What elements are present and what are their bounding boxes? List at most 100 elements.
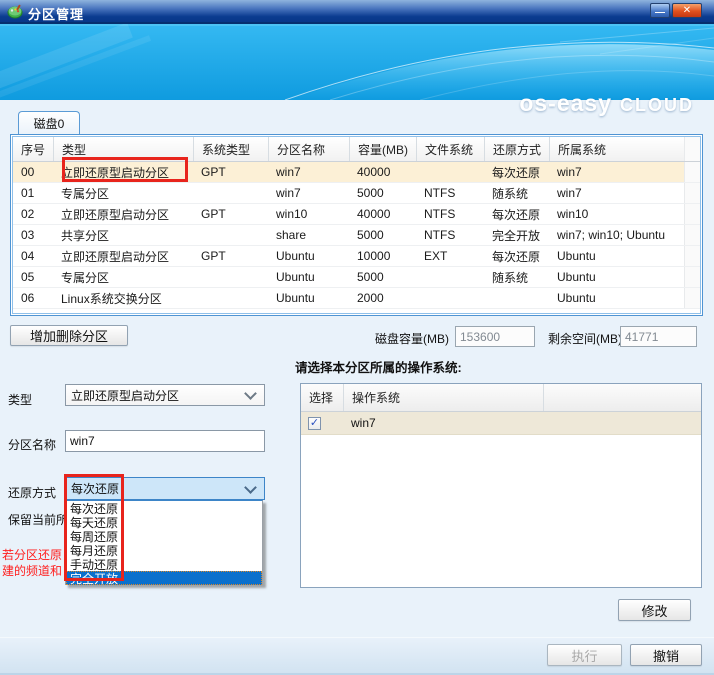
tab-disk0[interactable]: 磁盘0: [18, 111, 80, 135]
undo-button[interactable]: 撤销: [630, 644, 702, 666]
cell: win10: [549, 204, 684, 224]
cell: 05: [13, 267, 53, 287]
partition-name-input[interactable]: [65, 430, 265, 452]
partition-table-frame: 序号 类型 系统类型 分区名称 容量(MB) 文件系统 还原方式 所属系统 00…: [12, 136, 701, 314]
restore-mode-select[interactable]: 每次还原: [65, 477, 265, 500]
cell: 共享分区: [53, 225, 193, 245]
cell: [416, 162, 484, 182]
cell: 02: [13, 204, 53, 224]
os-col-header-filler: [543, 384, 701, 411]
cell: win7: [268, 162, 349, 182]
cell: share: [268, 225, 349, 245]
cell: 40000: [349, 204, 416, 224]
window-title: 分区管理: [28, 4, 84, 23]
type-select-value: 立即还原型启动分区: [66, 387, 246, 404]
banner-swoosh-graphic: [0, 24, 714, 100]
cell: 01: [13, 183, 53, 203]
cell: 立即还原型启动分区: [53, 246, 193, 266]
table-row-00[interactable]: 00 立即还原型启动分区 GPT win7 40000 每次还原 win7: [13, 162, 700, 183]
col-header-type[interactable]: 类型: [53, 137, 193, 161]
cell: [416, 288, 484, 308]
col-header-name[interactable]: 分区名称: [268, 137, 349, 161]
partition-table: 序号 类型 系统类型 分区名称 容量(MB) 文件系统 还原方式 所属系统 00…: [10, 134, 703, 316]
restore-mode-label: 还原方式: [8, 484, 56, 501]
restore-option-fully-open[interactable]: 完全开放: [66, 571, 262, 585]
add-delete-partition-label: 增加删除分区: [30, 326, 108, 345]
os-col-header-select[interactable]: 选择: [301, 384, 343, 411]
cell: GPT: [193, 246, 268, 266]
cell: 5000: [349, 225, 416, 245]
cell: [684, 246, 700, 266]
cell: 06: [13, 288, 53, 308]
close-icon: ✕: [683, 5, 691, 16]
cell: 03: [13, 225, 53, 245]
cell: 专属分区: [53, 183, 193, 203]
modify-label: 修改: [641, 601, 667, 620]
cell: Ubuntu: [268, 267, 349, 287]
cell: GPT: [193, 162, 268, 182]
disk-capacity-field: [455, 326, 535, 347]
os-row-name: win7: [343, 416, 543, 430]
disk-capacity-label: 磁盘容量(MB): [375, 330, 449, 347]
table-row-02[interactable]: 02 立即还原型启动分区 GPT win10 40000 NTFS 每次还原 w…: [13, 204, 700, 225]
cell: win7; win10; Ubuntu: [549, 225, 684, 245]
os-col-header-os[interactable]: 操作系统: [343, 384, 543, 411]
cell: NTFS: [416, 204, 484, 224]
type-select[interactable]: 立即还原型启动分区: [65, 384, 265, 406]
logo-text-primary: os-easy: [519, 90, 612, 116]
minimize-icon: —: [655, 10, 665, 16]
cell: win7: [268, 183, 349, 203]
execute-button[interactable]: 执行: [547, 644, 622, 666]
checkbox-checked[interactable]: ✓: [308, 417, 321, 430]
free-space-field: [620, 326, 697, 347]
col-header-index[interactable]: 序号: [13, 137, 53, 161]
table-row-01[interactable]: 01 专属分区 win7 5000 NTFS 随系统 win7: [13, 183, 700, 204]
table-row-05[interactable]: 05 专属分区 Ubuntu 5000 随系统 Ubuntu: [13, 267, 700, 288]
cell: 5000: [349, 267, 416, 287]
cell: [684, 267, 700, 287]
cell: 立即还原型启动分区: [53, 162, 193, 182]
cell: [684, 204, 700, 224]
cell: [193, 183, 268, 203]
cell: [684, 162, 700, 182]
modify-button[interactable]: 修改: [618, 599, 691, 621]
cell: 随系统: [484, 183, 549, 203]
app-icon: [7, 3, 23, 19]
cell: GPT: [193, 204, 268, 224]
os-easy-cloud-logo: os-easy CLOUD: [519, 90, 694, 117]
cell: [684, 225, 700, 245]
cell: win7: [549, 183, 684, 203]
free-space-label: 剩余空间(MB): [548, 330, 622, 347]
os-table-row-win7[interactable]: ✓ win7: [301, 412, 701, 435]
cell: 04: [13, 246, 53, 266]
cell: 完全开放: [484, 225, 549, 245]
cell: [484, 288, 549, 308]
restore-mode-dropdown-list: 每次还原 每天还原 每周还原 每月还原 手动还原 完全开放: [65, 500, 263, 585]
partition-manager-window: 分区管理 — ✕: [0, 0, 714, 675]
col-header-filesystem[interactable]: 文件系统: [416, 137, 484, 161]
table-row-04[interactable]: 04 立即还原型启动分区 GPT Ubuntu 10000 EXT 每次还原 U…: [13, 246, 700, 267]
chevron-down-icon: [244, 481, 257, 494]
col-header-systype[interactable]: 系统类型: [193, 137, 268, 161]
cell: win10: [268, 204, 349, 224]
cell: [684, 288, 700, 308]
undo-label: 撤销: [653, 646, 679, 665]
table-row-03[interactable]: 03 共享分区 share 5000 NTFS 完全开放 win7; win10…: [13, 225, 700, 246]
col-header-restore[interactable]: 还原方式: [484, 137, 549, 161]
cell: 随系统: [484, 267, 549, 287]
warning-text-line1: 若分区还原: [2, 546, 62, 563]
minimize-button[interactable]: —: [650, 3, 670, 18]
cell: 00: [13, 162, 53, 182]
col-header-ossys[interactable]: 所属系统: [549, 137, 684, 161]
col-header-capacity[interactable]: 容量(MB): [349, 137, 416, 161]
type-label: 类型: [8, 391, 32, 408]
logo-text-secondary: CLOUD: [620, 95, 694, 115]
cell: 专属分区: [53, 267, 193, 287]
execute-label: 执行: [571, 646, 597, 665]
close-button[interactable]: ✕: [672, 3, 702, 18]
add-delete-partition-button[interactable]: 增加删除分区: [10, 325, 128, 346]
titlebar: 分区管理 — ✕: [0, 0, 714, 24]
os-table: 选择 操作系统 ✓ win7: [300, 383, 702, 588]
table-row-06[interactable]: 06 Linux系统交换分区 Ubuntu 2000 Ubuntu: [13, 288, 700, 309]
cell: [193, 267, 268, 287]
